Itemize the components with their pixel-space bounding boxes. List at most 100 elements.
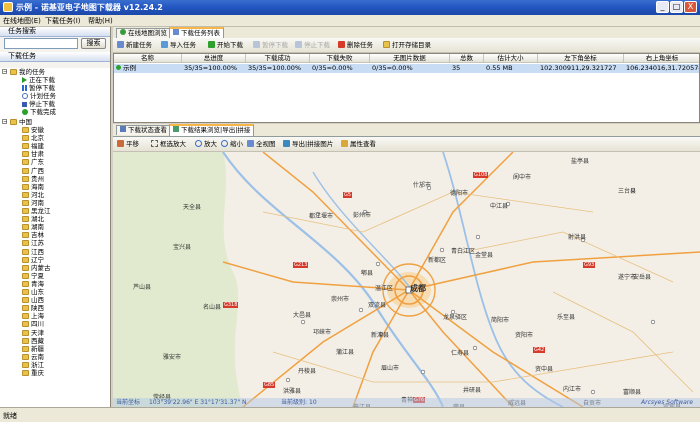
import-task-button[interactable]: 导入任务 xyxy=(161,40,196,50)
map-place-label: 天全县 xyxy=(183,204,202,211)
tree-node-region[interactable]: 江苏 xyxy=(22,239,44,247)
zoom-out-icon xyxy=(221,140,228,147)
map-place-label: 什邡市 xyxy=(413,182,432,189)
folder-icon xyxy=(22,256,29,263)
delete-task-button[interactable]: 删除任务 xyxy=(338,40,373,50)
tree-node-region[interactable]: 宁夏 xyxy=(22,272,44,280)
column-header[interactable]: 右上角坐标 xyxy=(624,54,699,63)
tree-node-stopped[interactable]: 停止下载 xyxy=(22,100,55,108)
task-toolbar: 新建任务 导入任务 开始下载 暂停下载 停止下载 删除任务 打开存储目录 xyxy=(113,38,700,53)
maximize-button[interactable]: □ xyxy=(670,1,683,13)
tree-node-region[interactable]: 云南 xyxy=(22,353,44,361)
minimize-button[interactable]: _ xyxy=(656,1,669,13)
tree-node-region[interactable]: 江西 xyxy=(22,248,44,256)
level-value: 10 xyxy=(309,399,317,406)
column-header[interactable]: 下载失败 xyxy=(310,54,370,63)
tab-online-map[interactable]: 在线地图浏览 xyxy=(116,28,171,38)
globe-icon xyxy=(120,29,126,35)
tree-node-completed[interactable]: 下载完成 xyxy=(22,108,56,116)
menu-online-map[interactable]: 在线地图(E) xyxy=(3,16,41,26)
tree-node-region[interactable]: 四川 xyxy=(22,320,44,328)
tree-node-china[interactable]: 中国 xyxy=(10,118,32,126)
tree-node-region[interactable]: 北京 xyxy=(22,134,44,142)
tree-node-paused[interactable]: 暂停下载 xyxy=(22,84,55,92)
tree-node-region[interactable]: 上海 xyxy=(22,312,44,320)
tree-node-region[interactable]: 新疆 xyxy=(22,345,44,353)
check-icon xyxy=(22,109,28,115)
export-stitch-button[interactable]: 导出|拼接图片 xyxy=(283,139,333,149)
tree-node-my-tasks[interactable]: 我的任务 xyxy=(10,68,45,76)
map-view[interactable]: 阆中市 什邡市 德阳市 三台县 都江堰市 彭州市 中江县 盐亭县 射洪县 成都 金堂县 双流县 简阳市 龙… xyxy=(113,152,700,407)
tree-node-region[interactable]: 山东 xyxy=(22,288,44,296)
task-search-input[interactable] xyxy=(4,38,78,49)
tree-node-region[interactable]: 辽宁 xyxy=(22,256,44,264)
map-place-label: 成都 xyxy=(410,284,426,293)
map-place-label: 中江县 xyxy=(490,203,509,210)
column-header[interactable]: 左下角坐标 xyxy=(538,54,624,63)
tree-node-region[interactable]: 广东 xyxy=(22,158,44,166)
tree-node-region[interactable]: 河南 xyxy=(22,199,44,207)
tab-download-results[interactable]: 下载结果浏览|导出|拼接 xyxy=(169,124,255,136)
stop-download-button[interactable]: 停止下载 xyxy=(295,40,330,50)
column-header[interactable]: 名称 xyxy=(114,54,182,63)
tree-node-region[interactable]: 浙江 xyxy=(22,361,44,369)
tree-node-region[interactable]: 湖北 xyxy=(22,215,44,223)
column-header[interactable]: 下载成功 xyxy=(246,54,310,63)
tree-node-region[interactable]: 贵州 xyxy=(22,175,44,183)
map-place-label: 安岳县 xyxy=(633,274,652,281)
pause-download-button[interactable]: 暂停下载 xyxy=(253,40,288,50)
menu-help[interactable]: 帮助(H) xyxy=(88,16,113,26)
open-folder-button[interactable]: 打开存储目录 xyxy=(383,40,431,50)
folder-icon xyxy=(22,127,29,133)
table-cell: 35/35=100.00% xyxy=(248,64,302,72)
road-shield-label: G85 xyxy=(263,382,276,388)
tree-node-region[interactable]: 广西 xyxy=(22,167,44,175)
map-place-label: 内江市 xyxy=(563,386,582,393)
tree-node-region[interactable]: 陕西 xyxy=(22,304,44,312)
start-download-button[interactable]: 开始下载 xyxy=(208,40,243,50)
zoom-in-button[interactable]: 放大 xyxy=(195,139,217,149)
map-place-label: 青白江区 xyxy=(451,248,476,255)
map-place-label: 金堂县 xyxy=(475,252,494,259)
tree-node-region[interactable]: 黑龙江 xyxy=(22,207,51,215)
tree-node-region[interactable]: 西藏 xyxy=(22,337,44,345)
tree-node-region[interactable]: 天津 xyxy=(22,329,44,337)
map-place-label: 新都区 xyxy=(428,257,447,264)
coord-label: 当前坐标 xyxy=(116,399,141,406)
column-header[interactable]: 估计大小 xyxy=(484,54,538,63)
tree-node-region[interactable]: 重庆 xyxy=(22,369,44,377)
road-shield-label: G93 xyxy=(583,262,596,268)
tree-node-region[interactable]: 内蒙古 xyxy=(22,264,51,272)
tree-node-scheduled[interactable]: 计划任务 xyxy=(22,92,56,100)
folder-icon xyxy=(22,159,29,166)
collapse-toggle[interactable]: − xyxy=(2,69,7,75)
tree-node-region[interactable]: 山西 xyxy=(22,296,44,304)
full-view-button[interactable]: 全视图 xyxy=(247,139,276,149)
tree-node-downloading[interactable]: 正在下载 xyxy=(22,76,55,84)
map-place-label: 盐亭县 xyxy=(571,158,590,165)
menu-download-tasks[interactable]: 下载任务(I) xyxy=(45,16,81,26)
tree-node-region[interactable]: 青海 xyxy=(22,280,44,288)
column-header[interactable]: 总进度 xyxy=(182,54,246,63)
tab-download-status[interactable]: 下载状态查看 xyxy=(116,125,171,135)
table-cell: 0/35=0.00% xyxy=(372,64,413,72)
pan-button[interactable]: 平移 xyxy=(117,139,139,149)
tree-node-region[interactable]: 福建 xyxy=(22,142,44,150)
close-button[interactable]: X xyxy=(684,1,697,13)
tree-node-region[interactable]: 海南 xyxy=(22,183,44,191)
search-button[interactable]: 搜索 xyxy=(81,38,106,49)
collapse-toggle[interactable]: − xyxy=(2,119,7,125)
map-place-label: 富顺县 xyxy=(623,389,642,396)
tree-node-region[interactable]: 安徽 xyxy=(22,126,44,134)
map-place-label: 芦山县 xyxy=(133,284,152,291)
box-zoom-button[interactable]: 框选放大 xyxy=(151,139,186,149)
column-header[interactable]: 无图片数据 xyxy=(370,54,450,63)
properties-button[interactable]: 属性查看 xyxy=(341,139,376,149)
new-task-button[interactable]: 新建任务 xyxy=(117,40,152,50)
column-header[interactable]: 总数 xyxy=(450,54,484,63)
tree-node-region[interactable]: 湖南 xyxy=(22,223,44,231)
level-label: 当前级别: xyxy=(281,399,308,406)
folder-icon xyxy=(10,119,17,125)
zoom-out-button[interactable]: 缩小 xyxy=(221,139,243,149)
tree-node-region[interactable]: 河北 xyxy=(22,191,44,199)
